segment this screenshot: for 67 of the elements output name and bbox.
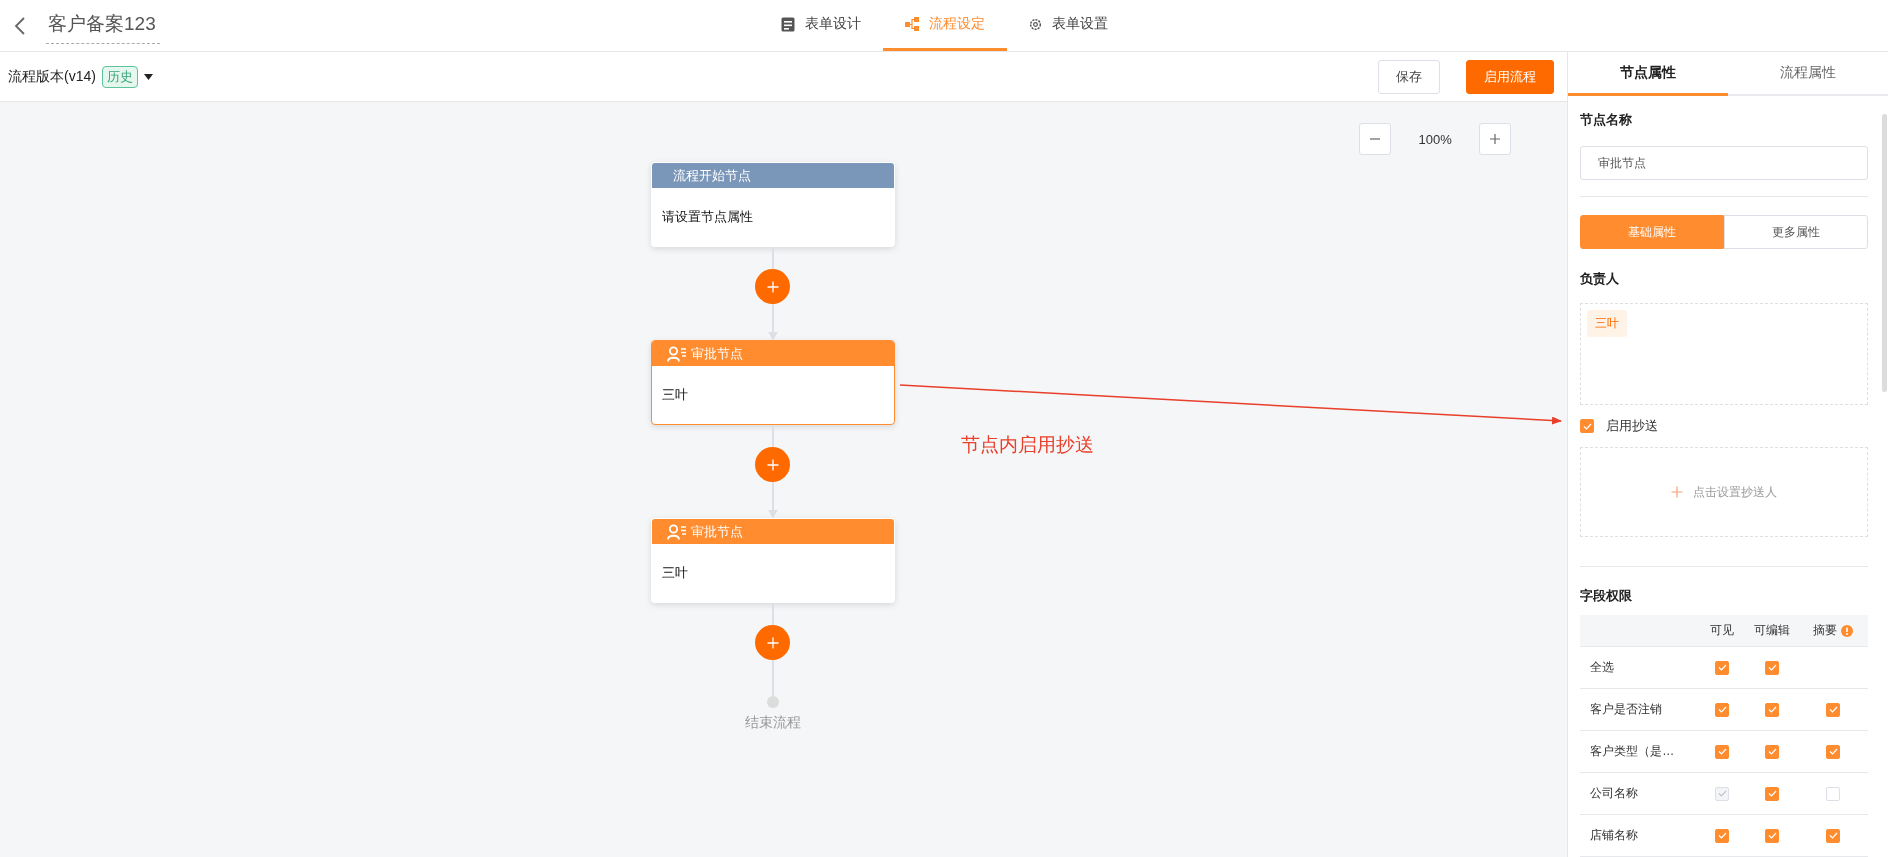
add-node-button[interactable]	[755, 269, 791, 304]
approver-icon	[666, 523, 687, 540]
checkbox[interactable]	[1826, 828, 1841, 843]
zoom-level: 100%	[1417, 131, 1453, 147]
header-tab[interactable]: 表单设置	[1006, 0, 1130, 51]
person-tag: 三叶	[1587, 310, 1628, 337]
checkbox[interactable]	[1765, 828, 1780, 843]
flow-node[interactable]: 流程开始节点 请设置节点属性	[650, 162, 895, 247]
add-node-button[interactable]	[755, 447, 791, 482]
checkbox[interactable]	[1765, 744, 1780, 759]
add-node-button[interactable]	[755, 625, 791, 660]
back-icon[interactable]	[14, 15, 26, 36]
node-title: 审批节点	[690, 522, 743, 541]
zoom-out-button[interactable]	[1359, 123, 1392, 155]
form-icon	[780, 16, 795, 32]
checkbox[interactable]	[1826, 744, 1841, 759]
node-title: 审批节点	[690, 344, 743, 363]
node-content: 三叶	[661, 386, 688, 404]
checkbox[interactable]	[1765, 702, 1780, 717]
plus-icon	[766, 280, 779, 293]
field-name: 全选	[1589, 659, 1616, 676]
info-icon[interactable]	[1841, 624, 1854, 637]
settings-icon	[1028, 17, 1042, 31]
plus-icon	[1489, 133, 1502, 145]
column-header: 摘要	[1813, 622, 1838, 639]
field-name: 公司名称	[1589, 785, 1640, 802]
node-content: 三叶	[661, 564, 688, 582]
plus-icon	[1671, 486, 1684, 498]
version-label: 流程版本(v14)	[8, 67, 96, 86]
checkbox[interactable]	[1715, 744, 1730, 759]
checkbox[interactable]	[1765, 786, 1780, 801]
field-label: 节点名称	[1580, 111, 1633, 129]
checkbox[interactable]	[1580, 419, 1595, 433]
caret-icon[interactable]	[143, 73, 153, 80]
node-name-field[interactable]: 审批节点	[1580, 146, 1868, 180]
section-title: 字段权限	[1580, 587, 1633, 605]
field-name: 客户类型（是…	[1589, 743, 1676, 760]
zoom-in-button[interactable]	[1479, 123, 1512, 155]
checkbox[interactable]	[1715, 828, 1730, 843]
field-name: 客户是否注销	[1589, 701, 1664, 718]
node-title: 流程开始节点	[671, 166, 751, 185]
annotation-text: 节点内启用抄送	[961, 433, 1094, 457]
checkbox[interactable]	[1765, 660, 1780, 675]
plus-icon	[766, 458, 779, 471]
panel-tab[interactable]: 节点属性	[1568, 52, 1729, 96]
checkbox[interactable]	[1826, 702, 1841, 717]
plus-icon	[766, 636, 779, 649]
field-label: 负责人	[1580, 270, 1620, 288]
save-button[interactable]: 保存	[1378, 59, 1441, 94]
checkbox[interactable]	[1715, 702, 1730, 717]
checkbox-label: 启用抄送	[1606, 417, 1659, 435]
column-header: 可见	[1710, 622, 1735, 639]
approver-icon	[666, 345, 687, 362]
segment-tab[interactable]: 更多属性	[1724, 215, 1868, 249]
form-title-field[interactable]: 客户备案123	[46, 7, 160, 44]
column-header: 可编辑	[1754, 622, 1791, 639]
history-badge: 历史	[101, 65, 138, 88]
flow-icon	[904, 17, 919, 31]
node-content: 请设置节点属性	[661, 208, 753, 226]
panel-tab[interactable]: 流程属性	[1728, 52, 1888, 96]
header-tab[interactable]: 表单设计	[758, 0, 883, 51]
flow-node[interactable]: 审批节点 三叶	[650, 518, 895, 603]
field-name: 店铺名称	[1589, 827, 1640, 844]
checkbox[interactable]	[1715, 660, 1730, 675]
end-label: 结束流程	[744, 714, 801, 732]
scrollbar[interactable]	[1882, 114, 1887, 392]
flow-node[interactable]: 审批节点 三叶	[650, 340, 895, 425]
